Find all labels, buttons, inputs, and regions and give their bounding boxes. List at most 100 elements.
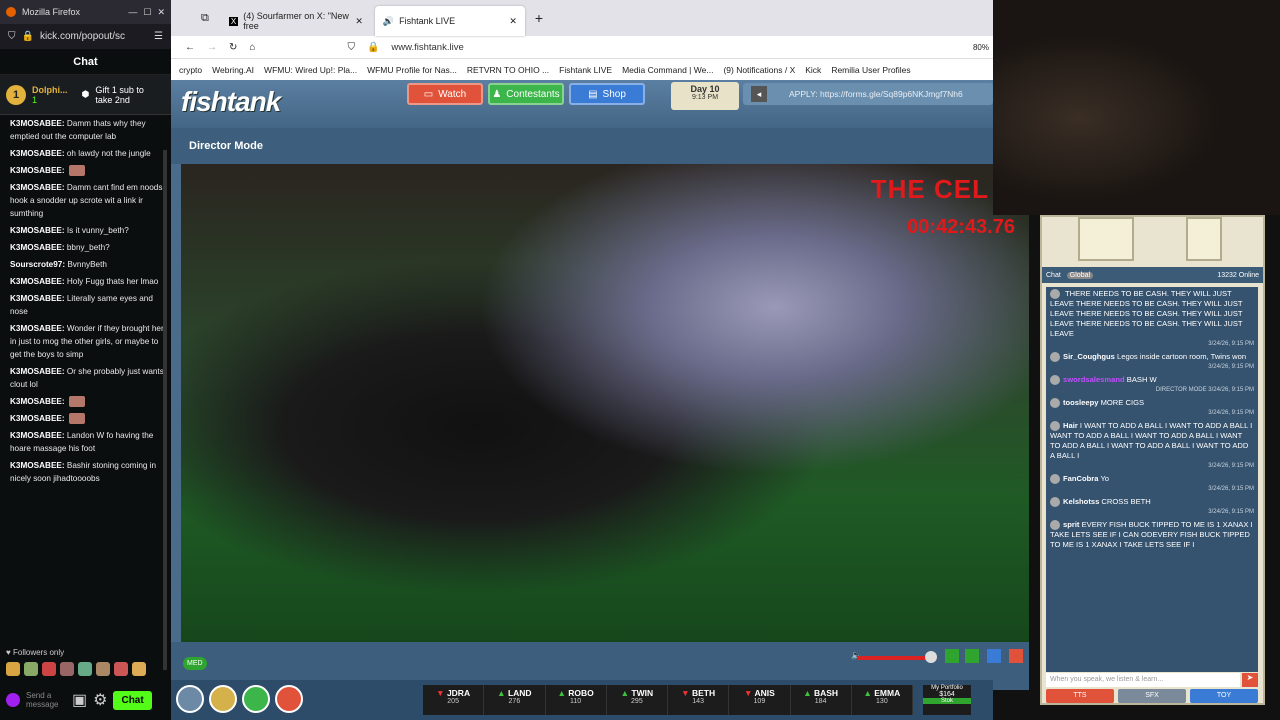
emote-icon[interactable]: [60, 662, 74, 676]
score-twin[interactable]: ▲ TWIN 295: [607, 685, 668, 715]
avatar[interactable]: [1050, 398, 1060, 408]
gift-text[interactable]: Gift 1 sub to take 2nd: [95, 85, 153, 105]
avatar[interactable]: [1050, 497, 1060, 507]
back-icon[interactable]: ←: [185, 42, 195, 53]
chat-username[interactable]: K3MOSABEE:: [10, 277, 65, 286]
close-tab-icon[interactable]: ✕: [509, 16, 517, 27]
notifications-icon[interactable]: [275, 685, 303, 713]
chat-username[interactable]: Sir_Coughgus: [1063, 352, 1115, 361]
close-icon[interactable]: ✕: [157, 7, 165, 18]
bookmark-item[interactable]: RETVRN TO OHIO ...: [467, 65, 549, 75]
emote-bar[interactable]: [6, 662, 146, 676]
record-icon[interactable]: [1009, 649, 1023, 663]
chat-username[interactable]: K3MOSABEE:: [10, 324, 65, 333]
avatar[interactable]: [1050, 474, 1060, 484]
chat-username[interactable]: Hair: [1063, 421, 1078, 430]
bookmark-item[interactable]: Kick: [805, 65, 821, 75]
tab-sourfarmer[interactable]: X (4) Sourfarmer on X: "New free ✕: [221, 6, 371, 36]
tab-overview-icon[interactable]: ⧉: [201, 12, 209, 25]
items-icon[interactable]: [242, 685, 270, 713]
emote-icon[interactable]: [78, 662, 92, 676]
apply-banner[interactable]: APPLY: https://forms.gle/Sq89p6NKJmgf7Nh…: [743, 83, 993, 105]
chat-username[interactable]: K3MOSABEE:: [10, 294, 65, 303]
volume-knob[interactable]: [925, 651, 937, 663]
minimize-icon[interactable]: —: [128, 7, 137, 17]
collapse-icon[interactable]: ◂: [751, 86, 767, 102]
fullscreen-icon[interactable]: [987, 649, 1001, 663]
pip-icon[interactable]: [965, 649, 979, 663]
watch-button[interactable]: ▭ Watch: [407, 83, 483, 105]
bookmark-item[interactable]: Webring.AI: [212, 65, 254, 75]
chat-input[interactable]: When you speak, we listen & learn...: [1046, 673, 1240, 687]
score-beth[interactable]: ▼ BETH 143: [668, 685, 730, 715]
chat-tab[interactable]: Chat: [1046, 272, 1061, 279]
score-bash[interactable]: ▲ BASH 184: [791, 685, 852, 715]
emote-icon[interactable]: [6, 662, 20, 676]
chat-username[interactable]: K3MOSABEE:: [10, 397, 65, 406]
camera-video[interactable]: THE CEL 00:42:43.76: [181, 164, 1029, 642]
settings-icon[interactable]: [176, 685, 204, 713]
kick-url[interactable]: kick.com/popout/sc: [40, 31, 125, 42]
chat-username[interactable]: toosleepy: [1063, 398, 1098, 407]
menu-icon[interactable]: ☰: [154, 31, 163, 42]
chat-username[interactable]: swordsalesmand: [1063, 375, 1125, 384]
portfolio-widget[interactable]: My Portfolio $164 Stok: [923, 685, 971, 715]
tts-button[interactable]: TTS: [1046, 689, 1114, 703]
toy-button[interactable]: TOY: [1190, 689, 1258, 703]
chat-username[interactable]: K3MOSABEE:: [10, 166, 65, 175]
chat-username[interactable]: K3MOSABEE:: [10, 431, 65, 440]
emote-icon[interactable]: [114, 662, 128, 676]
bookmark-item[interactable]: (9) Notifications / X: [723, 65, 795, 75]
chat-scrollbar[interactable]: [163, 150, 167, 670]
quality-toggle[interactable]: MED: [183, 657, 207, 670]
avatar[interactable]: [1050, 520, 1060, 530]
close-tab-icon[interactable]: ✕: [355, 16, 363, 27]
emote-icon[interactable]: [42, 662, 56, 676]
chat-username[interactable]: Kelshotss: [1063, 497, 1099, 506]
global-tab[interactable]: Global: [1066, 271, 1094, 279]
chat-username[interactable]: FanCobra: [1063, 474, 1098, 483]
contestants-button[interactable]: ♟ Contestants: [488, 83, 564, 105]
message-input[interactable]: Send a message: [26, 691, 66, 709]
emote-icon[interactable]: [96, 662, 110, 676]
avatar[interactable]: [1050, 352, 1060, 362]
chat-username[interactable]: K3MOSABEE:: [10, 149, 65, 158]
avatar[interactable]: [1050, 375, 1060, 385]
bookmark-item[interactable]: Remilia User Profiles: [831, 65, 910, 75]
forward-icon[interactable]: →: [207, 42, 217, 53]
shop-button[interactable]: ▤ Shop: [569, 83, 645, 105]
chat-username[interactable]: K3MOSABEE:: [10, 461, 65, 470]
bookmark-item[interactable]: Fishtank LIVE: [559, 65, 612, 75]
emote-icon[interactable]: [24, 662, 38, 676]
avatar[interactable]: [1050, 289, 1060, 299]
chat-username[interactable]: sprit: [1063, 520, 1079, 529]
camera-grid-icon[interactable]: [945, 649, 959, 663]
reload-icon[interactable]: ↻: [229, 42, 237, 53]
bookmark-item[interactable]: WFMU: Wired Up!: Pla...: [264, 65, 357, 75]
bookmark-item[interactable]: Media Command | We...: [622, 65, 713, 75]
score-emma[interactable]: ▲ EMMA 130: [852, 685, 913, 715]
bookmark-item[interactable]: crypto: [179, 65, 202, 75]
home-icon[interactable]: ⌂: [249, 42, 255, 53]
fishtank-logo[interactable]: fishtank: [181, 86, 281, 118]
send-icon[interactable]: ➤: [1242, 673, 1258, 687]
chat-username[interactable]: K3MOSABEE:: [10, 243, 65, 252]
emote-picker-icon[interactable]: [6, 693, 20, 707]
settings-icon[interactable]: ⚙: [93, 690, 107, 710]
chat-send-button[interactable]: Chat: [113, 690, 152, 710]
chat-username[interactable]: K3MOSABEE:: [10, 414, 65, 423]
score-robo[interactable]: ▲ ROBO 110: [546, 685, 607, 715]
chat-username[interactable]: K3MOSABEE:: [10, 226, 65, 235]
score-land[interactable]: ▲ LAND 276: [484, 685, 546, 715]
new-tab-icon[interactable]: +: [535, 10, 543, 26]
coins-icon[interactable]: [209, 685, 237, 713]
chat-username[interactable]: Sourscrote97:: [10, 260, 65, 269]
url-input[interactable]: www.fishtank.live: [391, 42, 463, 53]
sfx-button[interactable]: SFX: [1118, 689, 1186, 703]
chat-username[interactable]: K3MOSABEE:: [10, 183, 65, 192]
emote-icon[interactable]: [132, 662, 146, 676]
maximize-icon[interactable]: ☐: [143, 7, 151, 18]
score-anis[interactable]: ▼ ANIS 109: [729, 685, 791, 715]
bookmark-item[interactable]: WFMU Profile for Nas...: [367, 65, 457, 75]
tab-fishtank[interactable]: 🔊 Fishtank LIVE ✕: [374, 6, 525, 36]
